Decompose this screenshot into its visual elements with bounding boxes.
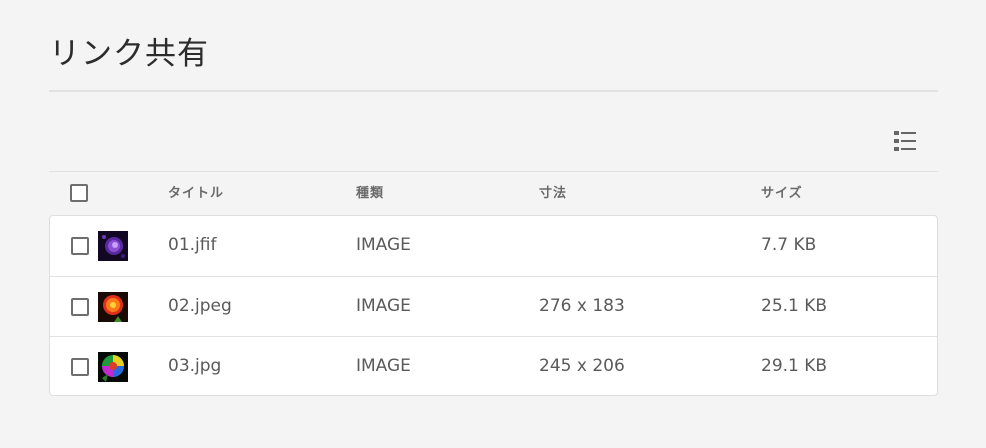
column-header-size[interactable]: サイズ xyxy=(761,182,803,201)
file-type: IMAGE xyxy=(356,356,411,376)
select-all-checkbox[interactable] xyxy=(70,184,88,202)
file-size: 25.1 KB xyxy=(761,296,828,316)
title-divider xyxy=(49,90,938,92)
table-row[interactable]: 01.jfif IMAGE 7.7 KB xyxy=(50,216,937,276)
file-size: 7.7 KB xyxy=(761,235,817,255)
row-checkbox[interactable] xyxy=(71,237,89,255)
table-row[interactable]: 03.jpg IMAGE 245 x 206 29.1 KB xyxy=(50,336,937,395)
file-title[interactable]: 02.jpeg xyxy=(168,296,232,316)
column-header-dimensions[interactable]: 寸法 xyxy=(539,182,567,201)
file-title[interactable]: 03.jpg xyxy=(168,356,221,376)
file-type: IMAGE xyxy=(356,296,411,316)
file-size: 29.1 KB xyxy=(761,356,828,376)
row-checkbox[interactable] xyxy=(71,298,89,316)
page-title: リンク共有 xyxy=(49,36,209,72)
file-title[interactable]: 01.jfif xyxy=(168,235,216,255)
column-header-type[interactable]: 種類 xyxy=(356,182,384,201)
list-view-icon[interactable] xyxy=(892,128,918,154)
row-checkbox[interactable] xyxy=(71,358,89,376)
link-share-page: リンク共有 タイトル 種類 寸法 サイズ 01.jfif IMAGE 7.7 K… xyxy=(0,0,986,448)
file-type: IMAGE xyxy=(356,235,411,255)
file-dimensions: 245 x 206 xyxy=(539,356,625,376)
rainbow-rose-thumbnail xyxy=(98,352,128,382)
purple-flower-thumbnail xyxy=(98,231,128,261)
column-header-title[interactable]: タイトル xyxy=(168,182,224,201)
file-dimensions: 276 x 183 xyxy=(539,296,625,316)
file-table: 01.jfif IMAGE 7.7 KB 02.jpeg IMAGE 276 x… xyxy=(49,215,938,396)
orange-flower-thumbnail xyxy=(98,292,128,322)
table-header: タイトル 種類 寸法 サイズ xyxy=(49,171,938,215)
table-row[interactable]: 02.jpeg IMAGE 276 x 183 25.1 KB xyxy=(50,276,937,336)
